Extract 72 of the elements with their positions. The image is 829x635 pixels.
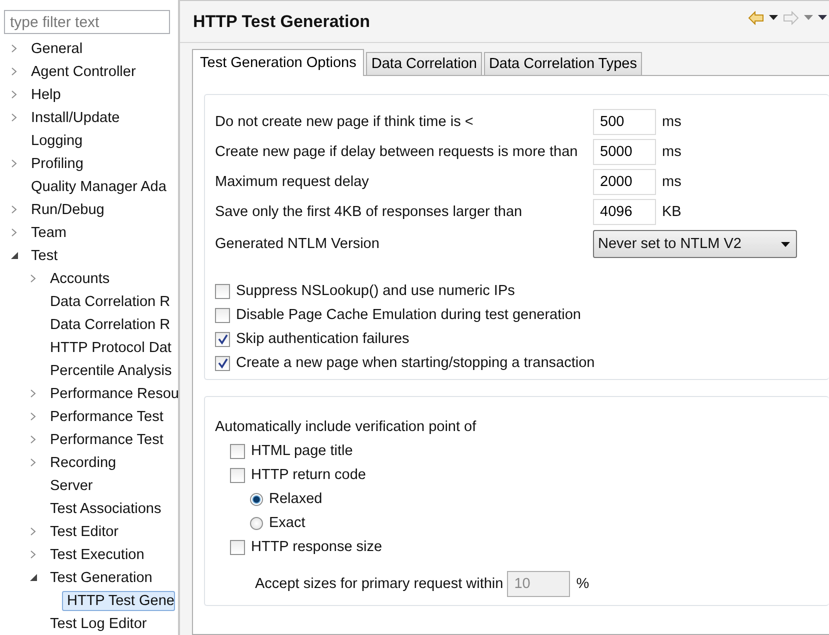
checkbox[interactable]	[230, 468, 245, 482]
tab[interactable]: Data Correlation Types	[484, 52, 642, 75]
tree-item[interactable]: Performance Resou	[47, 384, 182, 404]
tab[interactable]: Data Correlation	[366, 52, 482, 75]
checkbox[interactable]	[215, 284, 230, 298]
field-label: Do not create new page if think time is <	[215, 114, 474, 130]
field-label: Accept sizes for primary request within	[255, 576, 504, 592]
unit-label: %	[576, 576, 590, 592]
number-field[interactable]: 5000	[593, 139, 656, 165]
number-field[interactable]: 4096	[593, 199, 656, 225]
tree-item[interactable]: Performance Test	[47, 430, 166, 450]
field-label: Create new page if delay between requests is more than	[215, 144, 579, 160]
checkbox-label: HTTP return code	[251, 467, 366, 483]
tree-item[interactable]: Test	[28, 246, 61, 266]
caret-icon	[781, 242, 790, 246]
collapse-arrow-icon[interactable]	[29, 573, 38, 582]
unit-label: KB	[662, 204, 682, 220]
back-arrow-icon[interactable]	[748, 10, 764, 24]
section-heading: Automatically include verification point of	[215, 418, 478, 437]
field-label: Maximum request delay	[215, 174, 370, 190]
tree-item[interactable]: Logging	[28, 130, 86, 150]
radio-button[interactable]	[250, 492, 263, 506]
tree-item[interactable]: Run/Debug	[28, 200, 108, 220]
tree-item[interactable]: Accounts	[47, 268, 113, 288]
checkbox-label: HTML page title	[251, 443, 353, 459]
view-menu-icon[interactable]	[818, 15, 827, 20]
tree-item[interactable]: Recording	[47, 452, 120, 472]
number-field[interactable]: 500	[593, 109, 656, 135]
number-field[interactable]: 2000	[593, 169, 656, 195]
tree-item[interactable]: Performance Test	[47, 406, 166, 426]
tree-item[interactable]: HTTP Test Gene	[62, 590, 176, 610]
filter-field[interactable]: type filter text	[4, 10, 170, 34]
tree-item[interactable]: Test Generation	[47, 568, 156, 588]
page-title: HTTP Test Generation	[193, 12, 370, 32]
tree-item[interactable]: General	[28, 38, 86, 58]
unit-label: ms	[662, 174, 682, 190]
tree-item[interactable]: Test Execution	[47, 544, 148, 564]
checkbox[interactable]	[215, 308, 230, 322]
tree-item[interactable]: Test Editor	[47, 522, 122, 542]
tree-item[interactable]: Test Log Editor	[47, 614, 150, 634]
checkbox[interactable]	[215, 332, 230, 346]
tree-item[interactable]: Data Correlation R	[47, 292, 174, 312]
checkbox-label: Create a new page when starting/stopping a transaction	[236, 355, 595, 371]
tree-item[interactable]: Server	[47, 476, 96, 496]
unit-label: ms	[662, 144, 682, 160]
tree-item[interactable]: Percentile Analysis	[47, 360, 175, 380]
tree-item[interactable]: Test Associations	[47, 498, 164, 518]
radio-button[interactable]	[250, 516, 263, 530]
tree-item[interactable]: Install/Update	[28, 108, 123, 128]
checkbox[interactable]	[215, 356, 230, 370]
unit-label: ms	[662, 114, 682, 130]
tree-item[interactable]: Agent Controller	[28, 62, 139, 82]
tree-item[interactable]: Team	[28, 222, 70, 242]
collapse-arrow-icon[interactable]	[10, 251, 19, 260]
checkbox-label: Disable Page Cache Emulation during test generation	[236, 307, 581, 323]
tree-item[interactable]: Help	[28, 84, 64, 104]
field-label: Generated NTLM Version	[215, 236, 380, 252]
radio-label: Exact	[269, 515, 306, 531]
ntlm-version-dropdown[interactable]: Never set to NTLM V2	[593, 230, 797, 258]
field-label: Save only the first 4KB of responses larger than	[215, 204, 524, 220]
checkbox[interactable]	[230, 444, 245, 458]
dropdown-arrow-icon[interactable]	[769, 15, 778, 20]
checkbox[interactable]	[230, 540, 245, 554]
tree-item[interactable]: Profiling	[28, 154, 86, 174]
tree-item[interactable]: HTTP Protocol Dat	[47, 338, 174, 358]
tree-item[interactable]: Data Correlation R	[47, 314, 174, 334]
checkbox-label: Suppress NSLookup() and use numeric IPs	[236, 283, 515, 299]
checkbox-label: Skip authentication failures	[236, 331, 410, 347]
radio-label: Relaxed	[269, 491, 322, 507]
tree-item[interactable]: Quality Manager Ada	[28, 176, 170, 196]
checkbox-label: HTTP response size	[251, 539, 382, 555]
tab[interactable]: Test Generation Options	[192, 49, 364, 76]
